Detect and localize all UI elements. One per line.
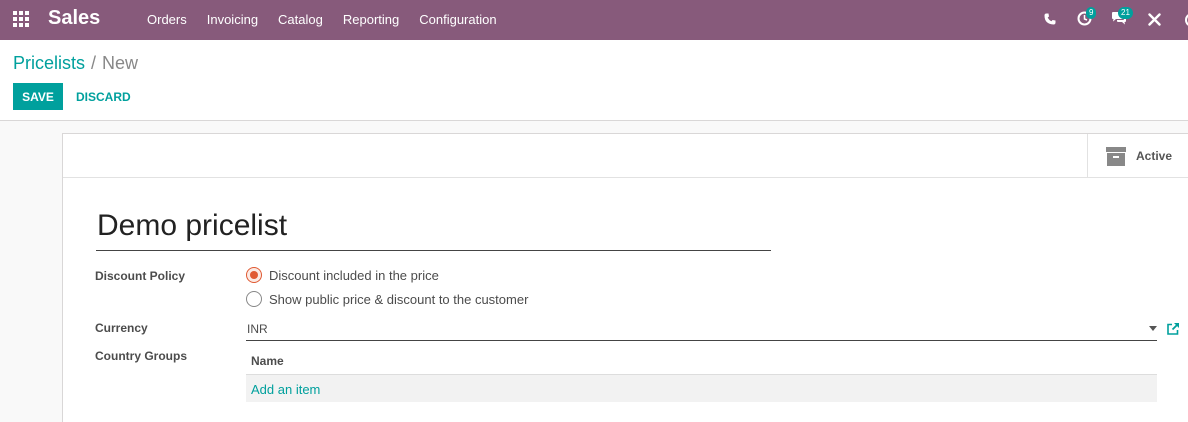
- apps-icon[interactable]: [13, 11, 31, 27]
- archive-icon: [1106, 147, 1126, 166]
- currency-select[interactable]: INR: [246, 317, 1157, 341]
- radio-unchecked[interactable]: [246, 291, 262, 307]
- active-toggle-button[interactable]: Active: [1087, 134, 1188, 178]
- messages-badge: 21: [1118, 7, 1133, 19]
- pricelist-name-input[interactable]: Demo pricelist: [96, 204, 771, 251]
- tools-icon[interactable]: [1148, 13, 1161, 26]
- control-panel: Pricelists / New SAVE DISCARD: [0, 40, 1188, 121]
- breadcrumb-separator: /: [91, 53, 97, 73]
- currency-label: Currency: [95, 321, 148, 335]
- discount-policy-label: Discount Policy: [95, 269, 186, 283]
- breadcrumb-current: New: [102, 53, 139, 73]
- menu-item-reporting[interactable]: Reporting: [343, 12, 399, 27]
- country-groups-table-header: Name: [246, 346, 1157, 375]
- country-groups-add-row: Add an item: [246, 375, 1157, 402]
- main-menu: Orders Invoicing Catalog Reporting Confi…: [147, 12, 517, 27]
- discount-policy-option-public[interactable]: Show public price & discount to the cust…: [246, 291, 528, 307]
- avatar[interactable]: [1184, 12, 1188, 28]
- radio-checked[interactable]: [246, 267, 262, 283]
- discount-policy-option-included[interactable]: Discount included in the price: [246, 267, 439, 283]
- save-button[interactable]: SAVE: [13, 83, 63, 110]
- activity-badge: 9: [1086, 7, 1097, 19]
- form-sheet: Active Demo pricelist Discount Policy Di…: [62, 133, 1188, 422]
- menu-item-invoicing[interactable]: Invoicing: [207, 12, 258, 27]
- caret-down-icon[interactable]: [1149, 326, 1157, 331]
- radio-label: Discount included in the price: [269, 267, 439, 283]
- external-link-icon[interactable]: [1166, 322, 1180, 336]
- button-box: Active: [63, 134, 1188, 178]
- breadcrumb-pricelists[interactable]: Pricelists: [13, 53, 85, 73]
- breadcrumb: Pricelists / New: [13, 53, 138, 74]
- active-label: Active: [1136, 149, 1173, 163]
- app-name[interactable]: Sales: [48, 7, 100, 30]
- country-groups-label: Country Groups: [95, 349, 187, 363]
- radio-label: Show public price & discount to the cust…: [269, 291, 529, 307]
- menu-item-configuration[interactable]: Configuration: [419, 12, 496, 27]
- currency-value: INR: [247, 322, 268, 336]
- menu-item-catalog[interactable]: Catalog: [278, 12, 323, 27]
- column-header-name[interactable]: Name: [251, 354, 284, 368]
- top-navbar: Sales Orders Invoicing Catalog Reporting…: [0, 0, 1188, 40]
- discard-button[interactable]: DISCARD: [76, 83, 131, 110]
- add-item-link[interactable]: Add an item: [251, 382, 320, 397]
- menu-item-orders[interactable]: Orders: [147, 12, 187, 27]
- phone-icon[interactable]: [1044, 13, 1056, 25]
